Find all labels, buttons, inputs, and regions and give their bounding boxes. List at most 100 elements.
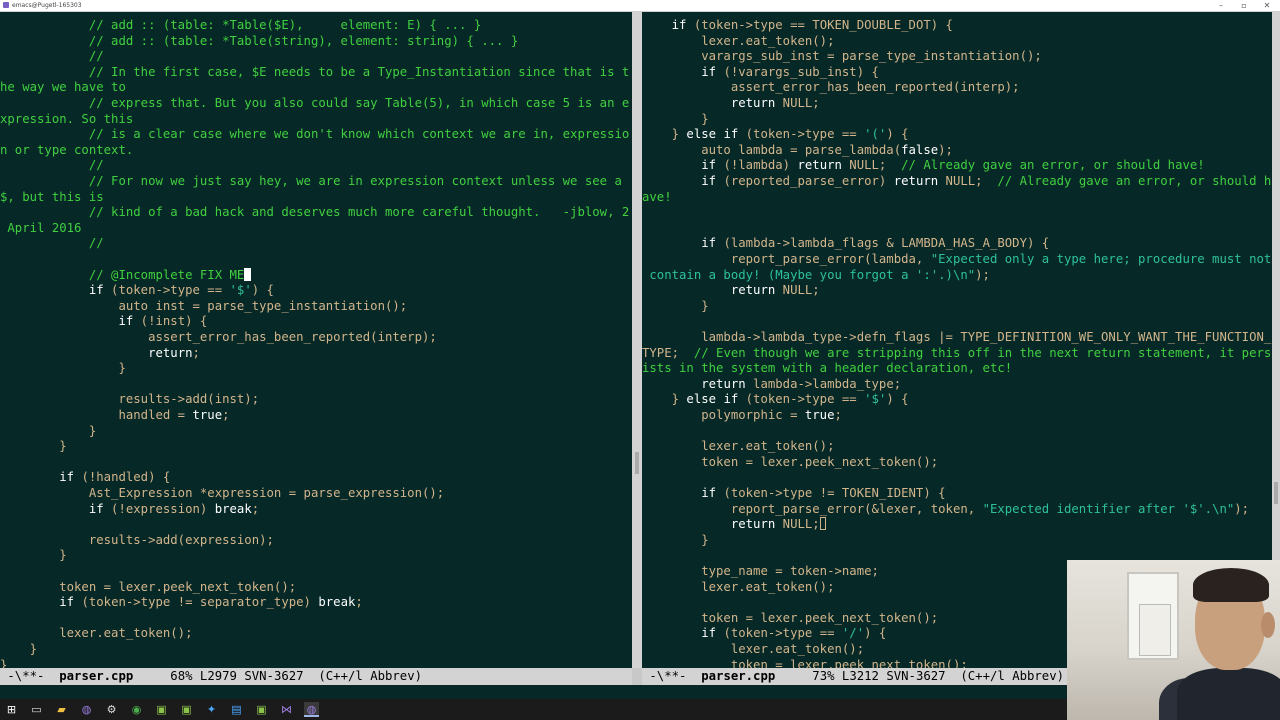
code-line: } xyxy=(0,361,126,376)
modeline-status: -\**- xyxy=(0,669,60,683)
code-line: if (!varargs_sub_inst) { xyxy=(701,64,879,79)
code-line: auto inst = parse_type_instantiation(); xyxy=(0,298,408,313)
code-line: lexer.eat_token(); xyxy=(642,439,835,454)
code-line: ave! xyxy=(642,189,672,204)
code-line: lexer.eat_token(); xyxy=(0,626,193,641)
code-line: token = lexer.peek_next_token(); xyxy=(642,454,939,469)
code-line: return lambda->lambda_type; xyxy=(701,376,902,391)
code-line: // xyxy=(0,236,104,251)
code-line: handled = true; xyxy=(0,408,230,422)
vertical-scrollbar-left[interactable] xyxy=(632,12,642,668)
code-line: lexer.eat_token(); xyxy=(642,642,865,656)
close-button[interactable]: ✕ xyxy=(1256,0,1278,11)
modeline-buffer-name: parser.cpp xyxy=(59,669,134,683)
task-view-icon[interactable]: ▭ xyxy=(29,702,44,717)
emacs-icon[interactable]: ◍ xyxy=(304,702,319,717)
code-line: lexer.eat_token(); xyxy=(642,579,835,594)
webcam-overlay xyxy=(1067,560,1280,720)
code-line: he way we have to xyxy=(0,80,126,95)
code-line: } xyxy=(0,423,97,438)
code-line: return; xyxy=(148,345,200,360)
code-line: if (token->type != TOKEN_IDENT) { xyxy=(701,486,946,500)
code-line: auto lambda = parse_lambda(false); xyxy=(642,142,953,157)
code-line: results->add(inst); xyxy=(0,392,260,407)
code-line: return NULL; xyxy=(642,517,826,533)
code-line: if (reported_parse_error) return NULL; /… xyxy=(701,174,1272,188)
modeline-position: 68% L2979 SVN-3627 (C++/l Abbrev) xyxy=(133,669,423,683)
terminal-icon[interactable]: ▤ xyxy=(229,702,244,717)
code-line: report_parse_error(lambda, "Expected onl… xyxy=(642,252,1272,266)
tools-icon[interactable]: ✦ xyxy=(204,702,219,717)
app-icon[interactable]: ▣ xyxy=(154,702,169,717)
code-line: } else if (token->type == '$') { xyxy=(642,392,909,407)
minimize-button[interactable]: – xyxy=(1210,0,1232,11)
text-cursor xyxy=(244,267,252,281)
code-line: } else if (token->type == '(') { xyxy=(642,127,909,142)
modeline-buffer-name: parser.cpp xyxy=(701,669,776,683)
code-line: } xyxy=(0,657,8,668)
modeline-gap xyxy=(632,668,642,685)
file-explorer-icon[interactable]: ▰ xyxy=(54,702,69,717)
scrollbar-thumb[interactable] xyxy=(1274,482,1278,504)
code-line: lambda->lambda_type->defn_flags |= TYPE_… xyxy=(642,330,1272,344)
steam-icon[interactable]: ⚙ xyxy=(104,702,119,717)
window-titlebar: emacs@Pugetl-165303 – ▫ ✕ xyxy=(0,0,1280,12)
code-line: contain a body! (Maybe you forgot a ':'.… xyxy=(642,267,990,282)
code-line: // add :: (table: *Table(string), elemen… xyxy=(0,33,519,48)
code-line: // add :: (table: *Table($E), element: E… xyxy=(0,18,482,32)
code-line: April 2016 xyxy=(0,220,82,235)
app-icon[interactable]: ▣ xyxy=(179,702,194,717)
chrome-icon[interactable]: ◉ xyxy=(129,702,144,717)
code-line: // @Incomplete FIX ME xyxy=(0,267,252,284)
code-line: } xyxy=(0,642,38,656)
editor-pane-left[interactable]: // add :: (table: *Table($E), element: E… xyxy=(0,12,632,668)
code-line: lexer.eat_token(); xyxy=(642,33,835,48)
code-line: if (token->type == '$') { xyxy=(88,283,274,298)
modeline-status: -\**- xyxy=(642,669,702,683)
code-line: // express that. But you also could say … xyxy=(0,96,630,110)
code-line: // is a clear case where we don't know w… xyxy=(0,127,630,142)
code-line: if (token->type == '/') { xyxy=(701,626,887,641)
code-line: if (!handled) { xyxy=(59,470,171,485)
code-line: TYPE; // Even though we are stripping th… xyxy=(642,345,1272,360)
code-line: varargs_sub_inst = parse_type_instantiat… xyxy=(642,49,1042,64)
emacs-icon[interactable]: ◍ xyxy=(79,702,94,717)
code-line: } xyxy=(642,298,709,313)
background-window xyxy=(1127,572,1179,660)
window-title: emacs@Pugetl-165303 xyxy=(12,2,82,9)
code-line: token = lexer.peek_next_token(); xyxy=(642,610,939,625)
code-line: } xyxy=(0,548,67,563)
code-line: // For now we just say hey, we are in ex… xyxy=(0,174,622,188)
code-line: // kind of a bad hack and deserves much … xyxy=(0,205,630,220)
visual-studio-icon[interactable]: ⋈ xyxy=(279,702,294,717)
code-line: if (lambda->lambda_flags & LAMBDA_HAS_A_… xyxy=(701,236,1050,251)
code-line: } xyxy=(0,439,67,454)
code-line: if (!inst) { xyxy=(118,314,208,329)
code-line: if (!expression) break; xyxy=(88,501,260,516)
windows-icon[interactable]: ⊞ xyxy=(4,702,19,717)
code-line: return NULL; xyxy=(730,96,820,110)
code-line: // xyxy=(0,158,104,173)
code-line: assert_error_has_been_reported(interp); xyxy=(0,330,437,344)
code-line: token = lexer.peek_next_token(); xyxy=(642,657,968,668)
code-line: ists in the system with a header declara… xyxy=(642,361,1013,376)
code-line: } xyxy=(642,111,709,126)
code-line: token = lexer.peek_next_token(); xyxy=(0,579,297,594)
text-cursor xyxy=(819,517,826,531)
maximize-button[interactable]: ▫ xyxy=(1233,0,1255,11)
code-line: polymorphic = true; xyxy=(642,408,842,422)
code-line: xpression. So this xyxy=(0,111,134,126)
code-line: if (token->type != separator_type) break… xyxy=(59,595,363,610)
code-line: type_name = token->name; xyxy=(642,564,879,578)
code-line: if (!lambda) return NULL; // Already gav… xyxy=(701,158,1205,173)
code-line: n or type context. xyxy=(0,142,134,157)
code-line: // xyxy=(0,49,104,64)
app-icon[interactable]: ▣ xyxy=(254,702,269,717)
code-line: results->add(expression); xyxy=(0,532,274,547)
code-line: return NULL; xyxy=(730,283,820,298)
modeline-position: 73% L3212 SVN-3627 (C++/l Abbrev) xyxy=(775,669,1065,683)
code-line: $, but this is xyxy=(0,189,104,204)
code-line: // In the first case, $E needs to be a T… xyxy=(0,64,630,79)
scrollbar-thumb[interactable] xyxy=(635,452,639,474)
modeline-left: -\**- parser.cpp 68% L2979 SVN-3627 (C++… xyxy=(0,668,632,685)
